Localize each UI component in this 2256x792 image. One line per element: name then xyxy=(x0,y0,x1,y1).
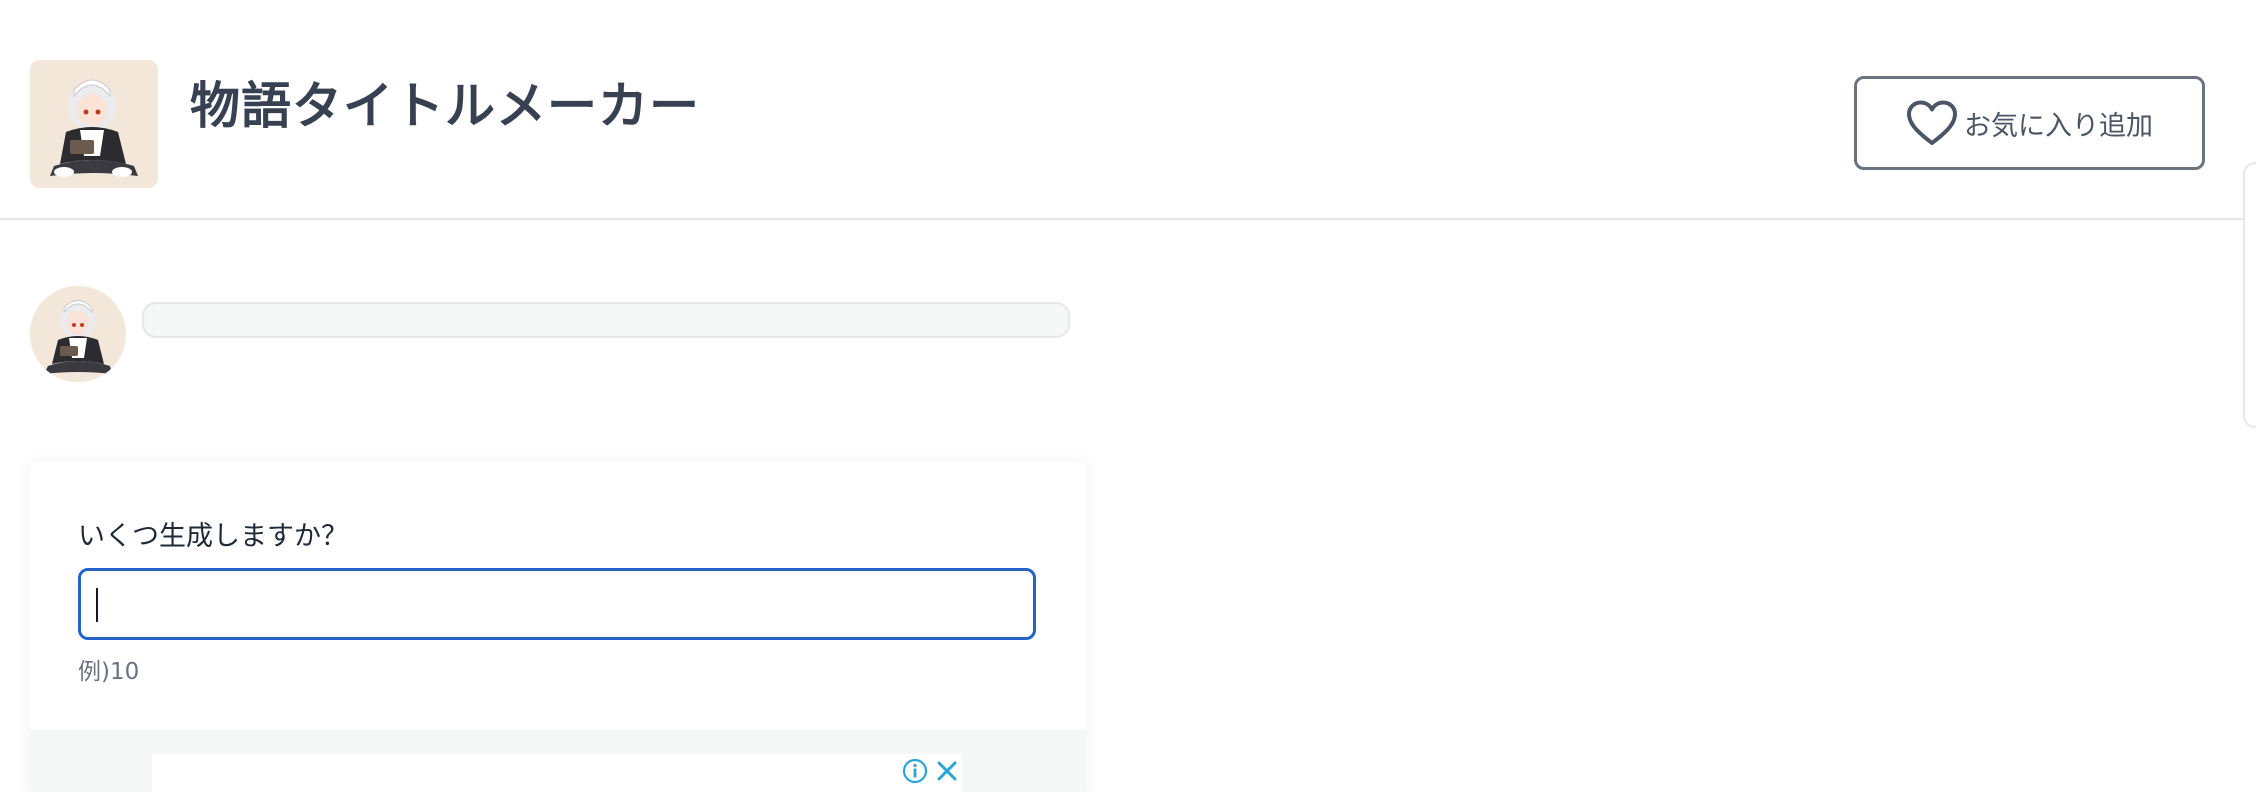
message-bubble-placeholder xyxy=(142,302,1070,338)
ad-frame[interactable] xyxy=(152,754,962,792)
close-icon[interactable] xyxy=(934,758,960,784)
maid-character-avatar xyxy=(30,286,126,382)
maid-character-logo xyxy=(30,60,158,188)
app-header: 物語タイトルメーカー お気に入り追加 xyxy=(0,0,2256,220)
count-question-label: いくつ生成しますか？ xyxy=(78,521,348,552)
add-favorite-label: お気に入り追加 xyxy=(1964,110,2153,142)
text-caret xyxy=(96,588,98,622)
side-panel-tab[interactable] xyxy=(2243,162,2256,428)
page: 物語タイトルメーカー お気に入り追加 いくつ生成しますか？ 例)10 xyxy=(0,0,2256,792)
add-favorite-button[interactable]: お気に入り追加 xyxy=(1854,76,2205,170)
count-input[interactable] xyxy=(78,568,1036,640)
heart-icon xyxy=(1907,100,1957,145)
count-input-hint: 例)10 xyxy=(78,659,140,685)
page-title: 物語タイトルメーカー xyxy=(190,77,700,135)
generation-form-card: いくつ生成しますか？ 例)10 xyxy=(30,462,1086,792)
ad-area xyxy=(30,730,1086,792)
info-icon[interactable] xyxy=(902,758,928,784)
bot-avatar xyxy=(30,286,126,382)
app-logo xyxy=(30,60,158,188)
